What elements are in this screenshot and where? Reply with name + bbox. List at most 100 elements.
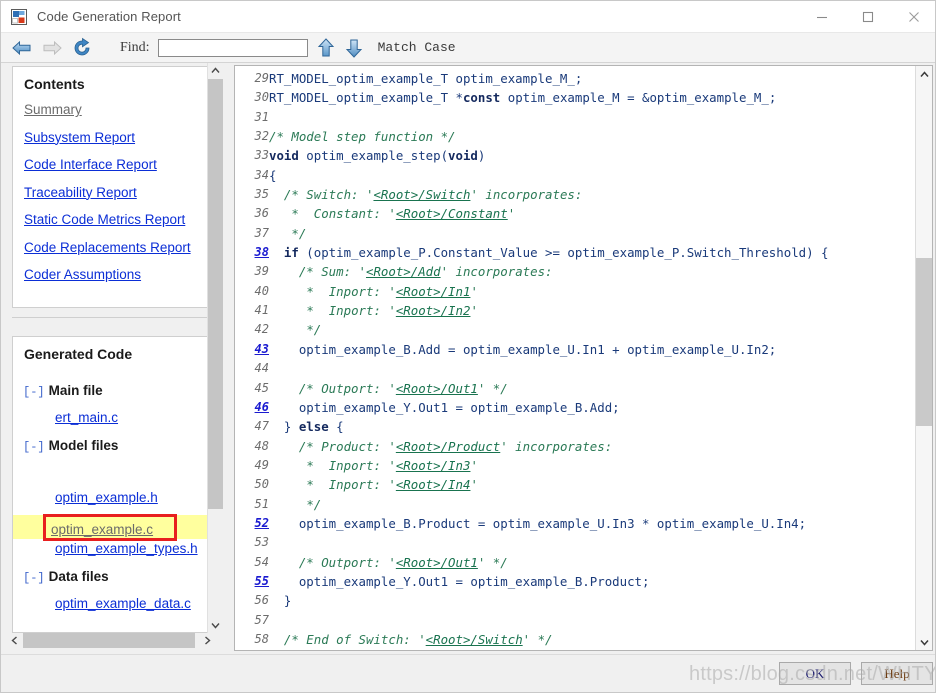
sidebar-scroll-down-button[interactable] [208, 618, 223, 633]
code-line: 48 /* Product: '<Root>/Product' incorpor… [235, 437, 829, 456]
down-arrow-icon[interactable] [344, 37, 364, 59]
sidebar-item-traceability-report[interactable]: Traceability Report [24, 185, 207, 200]
sidebar-scroll-content: Contents Summary Subsystem Report Code I… [5, 63, 208, 633]
code-line-text: */ [291, 225, 307, 241]
find-label: Find: [120, 39, 150, 55]
code-scroll-thumb[interactable] [916, 258, 932, 426]
code-line-number: 35 [254, 187, 269, 202]
code-line-text: } else { [269, 419, 344, 435]
code-line: 38 if (optim_example_P.Constant_Value >=… [235, 243, 829, 262]
code-vertical-scrollbar[interactable] [915, 66, 932, 650]
sidebar-item-static-code-metrics-report[interactable]: Static Code Metrics Report [24, 213, 207, 227]
code-line: 39 /* Sum: '<Root>/Add' incorporates: [235, 262, 829, 281]
code-line: 35 /* Switch: '<Root>/Switch' incorporat… [235, 185, 829, 204]
sidebar-item-summary[interactable]: Summary [24, 103, 207, 117]
sidebar-scroll-right-button[interactable] [200, 633, 215, 648]
code-line-text: optim_example_B.Add = optim_example_U.In… [269, 341, 777, 357]
code-line: 32/* Model step function */ [235, 127, 829, 146]
sidebar-horizontal-scroll-thumb[interactable] [23, 633, 195, 648]
code-line-number-link[interactable]: 55 [235, 572, 269, 591]
group-header-main-file[interactable]: [-] Main file [13, 383, 207, 399]
code-line: 47 } else { [235, 417, 829, 436]
code-line-number: 32 [254, 129, 269, 144]
code-line-number: 48 [254, 438, 269, 453]
code-generation-report-window: Code Generation Report Find: Match Case … [0, 0, 936, 693]
code-line-number-link[interactable]: 46 [235, 398, 269, 417]
file-link-optim-example-c[interactable]: optim_example.c [51, 522, 153, 537]
code-scroll-down-button[interactable] [916, 634, 932, 650]
contents-link-list: Summary Subsystem Report Code Interface … [13, 92, 207, 282]
code-line: 33 void optim_example_step(void) [235, 146, 829, 165]
sidebar-vertical-scrollbar[interactable] [207, 63, 223, 633]
content-area: Contents Summary Subsystem Report Code I… [1, 63, 935, 656]
code-line-number: 31 [254, 109, 269, 124]
group-data-files: [-] Data files optim_example_data.c [13, 569, 207, 611]
code-line-text: /* Switch: '<Root>/Switch' incorporates: [283, 187, 583, 203]
code-line: 29 RT_MODEL_optim_example_T optim_example… [235, 69, 829, 88]
code-scroll-region[interactable]: 29 RT_MODEL_optim_example_T optim_example… [235, 66, 908, 650]
search-input[interactable] [157, 38, 308, 57]
collapse-toggle-icon[interactable]: [-] [23, 440, 45, 454]
code-line-text: * Inport: '<Root>/In1' [306, 283, 478, 299]
code-line: 55 optim_example_Y.Out1 = optim_example_… [235, 572, 829, 591]
up-arrow-icon[interactable] [316, 37, 336, 59]
code-line-number-link[interactable]: 38 [235, 243, 269, 262]
code-line-text: * Inport: '<Root>/In4' [306, 477, 478, 493]
close-icon[interactable] [891, 1, 935, 33]
code-line-text: * Constant: '<Root>/Constant' [291, 206, 516, 222]
file-link-ert-main-c[interactable]: ert_main.c [13, 411, 207, 425]
code-line-text: optim_example_Y.Out1 = optim_example_B.P… [269, 573, 650, 589]
code-line: 44 [235, 359, 829, 378]
code-line-text: RT_MODEL_optim_example_T *const optim_ex… [269, 90, 777, 106]
code-line-text: */ [306, 496, 322, 512]
code-line: 50 * Inport: '<Root>/In4' [235, 475, 829, 494]
code-line: 34{ [235, 166, 829, 185]
code-line-text [269, 611, 829, 630]
collapse-toggle-icon[interactable]: [-] [23, 571, 45, 585]
sidebar-item-code-replacements-report[interactable]: Code Replacements Report [24, 240, 207, 255]
sidebar-scroll-thumb[interactable] [208, 79, 223, 509]
group-header-data-files[interactable]: [-] Data files [13, 569, 207, 585]
code-line: 42 */ [235, 320, 829, 339]
sidebar-item-coder-assumptions[interactable]: Coder Assumptions [24, 268, 207, 282]
code-line: 36 * Constant: '<Root>/Constant' [235, 204, 829, 223]
minimize-button[interactable] [799, 1, 845, 33]
code-line-text [269, 108, 829, 127]
code-line-text: /* Outport: '<Root>/Out1' */ [298, 554, 508, 570]
code-line: 45 /* Outport: '<Root>/Out1' */ [235, 379, 829, 398]
code-line-number-link[interactable]: 52 [235, 514, 269, 533]
file-link-optim-example-data-c[interactable]: optim_example_data.c [13, 596, 207, 611]
back-arrow-icon[interactable] [10, 36, 34, 60]
sidebar-item-subsystem-report[interactable]: Subsystem Report [24, 130, 207, 145]
code-line: 37 */ [235, 224, 829, 243]
file-link-optim-example-types-h[interactable]: optim_example_types.h [13, 542, 207, 556]
contents-heading: Contents [24, 76, 85, 92]
help-button[interactable]: Help [861, 662, 933, 685]
refresh-icon[interactable] [70, 36, 94, 60]
report-icon [10, 8, 28, 26]
code-line: 59} [235, 649, 829, 650]
code-line-number: 33 [254, 148, 269, 163]
code-line-number: 49 [254, 457, 269, 472]
code-listing: 29 RT_MODEL_optim_example_T optim_example… [235, 69, 829, 650]
code-line: 49 * Inport: '<Root>/In3' [235, 456, 829, 475]
code-line-text: /* Outport: '<Root>/Out1' */ [298, 380, 508, 396]
sidebar-scroll-up-button[interactable] [208, 63, 223, 78]
match-case-label[interactable]: Match Case [378, 40, 456, 55]
collapse-toggle-icon[interactable]: [-] [23, 385, 45, 399]
code-scroll-up-button[interactable] [916, 66, 932, 82]
sidebar-item-code-interface-report[interactable]: Code Interface Report [24, 158, 207, 172]
sidebar-horizontal-scrollbar[interactable] [5, 633, 223, 648]
code-line-number: 59 [235, 649, 269, 650]
ok-button[interactable]: OK [779, 662, 851, 685]
contents-panel: Contents Summary Subsystem Report Code I… [12, 66, 208, 308]
code-line: 30 RT_MODEL_optim_example_T *const optim_… [235, 88, 829, 107]
code-line: 54 /* Outport: '<Root>/Out1' */ [235, 553, 829, 572]
code-line-number: 45 [254, 380, 269, 395]
sidebar-scroll-left-button[interactable] [7, 633, 22, 648]
code-line-number: 54 [254, 554, 269, 569]
maximize-button[interactable] [845, 1, 891, 33]
file-link-optim-example-h[interactable]: optim_example.h [13, 491, 207, 505]
code-line-number-link[interactable]: 43 [235, 340, 269, 359]
group-header-model-files[interactable]: [-] Model files [13, 438, 207, 454]
